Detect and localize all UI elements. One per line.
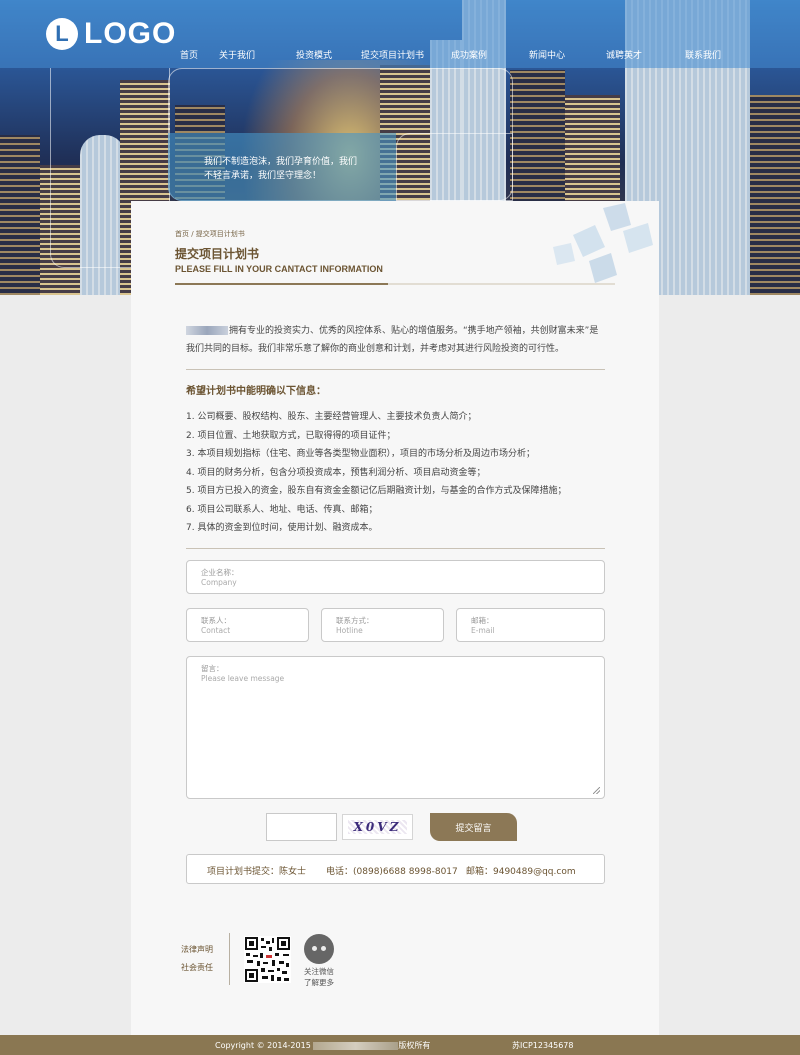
company-placeholder: Company [201, 578, 237, 587]
nav-item-investment-model[interactable]: 投资模式 [296, 48, 332, 61]
banner-slogan: 我们不制造泡沫，我们孕育价值，我们 不轻言承诺，我们坚守理念！ [168, 133, 396, 201]
wechat-icon[interactable] [304, 934, 334, 964]
breadcrumb[interactable]: 首页 / 提交项目计划书 [175, 229, 245, 239]
divider [229, 933, 230, 985]
contact-submitter: 项目计划书提交：陈女士 [207, 867, 307, 877]
resize-handle-icon[interactable] [593, 787, 600, 794]
logo-mark: L [46, 18, 78, 50]
nav-item-careers[interactable]: 诚聘英才 [606, 48, 642, 61]
banner-frame [396, 133, 513, 201]
wechat-caption: 关注微信 了解更多 [304, 966, 334, 988]
intro-paragraph: 拥有专业的投资实力、优秀的风控体系、贴心的增值服务。“携手地产领袖，共创财富未来… [186, 322, 606, 358]
wechat-caption-line: 关注微信 [304, 967, 334, 976]
intro-text: 拥有专业的投资实力、优秀的风控体系、贴心的增值服务。“携手地产领袖，共创财富未来… [186, 326, 599, 354]
message-textarea[interactable]: 留言： Please leave message [186, 656, 605, 799]
email-placeholder: E-mail [471, 626, 495, 635]
page-subtitle: PLEASE FILL IN YOUR CANTACT INFORMATION [175, 264, 383, 274]
list-item: 5. 项目方已投入的资金，股东自有资金金额记亿后期融资计划，与基金的合作方式及保… [186, 486, 567, 496]
captcha-input[interactable] [266, 813, 337, 841]
qr-code-icon [244, 936, 291, 983]
company-label: 企业名称： [201, 568, 239, 577]
list-item: 7. 具体的资金到位时间，使用计划、融资成本。 [186, 523, 378, 533]
wechat-caption-line: 了解更多 [304, 978, 334, 987]
list-item: 2. 项目位置、土地获取方式，已取得得的项目证件； [186, 430, 396, 441]
logo-text: LOGO [84, 17, 177, 50]
contact-email: 邮箱：9490489@qq.com [466, 867, 576, 877]
title-divider [175, 283, 615, 285]
copyright-suffix: 版权所有 [398, 1041, 431, 1050]
site-footer: Copyright © 2014-2015 版权所有 苏ICP12345678 [0, 1035, 800, 1055]
legal-notice-link[interactable]: 法律声明 [181, 944, 213, 955]
list-item: 6. 项目公司联系人、地址、电话、传真、邮箱； [186, 504, 378, 515]
nav-item-about[interactable]: 关于我们 [219, 48, 255, 61]
email-field[interactable]: 邮箱： E-mail [456, 608, 605, 642]
divider [186, 548, 605, 549]
nav-item-home[interactable]: 首页 [180, 48, 198, 61]
decorative-pinwheel-icon [553, 203, 653, 283]
redacted-owner-name [313, 1041, 399, 1050]
slogan-line: 我们不制造泡沫，我们孕育价值，我们 [204, 157, 358, 167]
list-item: 4. 项目的财务分析，包含分项投资成本，预售利润分析、项目启动资金等； [186, 467, 486, 478]
captcha-code: X0VZ [347, 820, 408, 834]
main-nav: 首页 关于我们 投资模式 提交项目计划书 成功案例 新闻中心 诚聘英才 联系我们 [0, 48, 800, 62]
list-item: 1. 公司概要、股权结构、股东、主要经营管理人、主要技术负责人简介； [186, 412, 477, 422]
message-placeholder: Please leave message [201, 674, 285, 683]
email-label: 邮箱： [471, 616, 494, 625]
nav-item-submit-plan[interactable]: 提交项目计划书 [361, 48, 424, 61]
divider [186, 369, 605, 370]
requirements-list: 1. 公司概要、股权结构、股东、主要经营管理人、主要技术负责人简介； 2. 项目… [186, 408, 606, 538]
captcha-image[interactable]: X0VZ [342, 814, 413, 840]
nav-item-cases[interactable]: 成功案例 [451, 48, 487, 61]
list-item: 3. 本项目规划指标（住宅、商业等各类型物业面积），项目的市场分析及周边市场分析… [186, 449, 535, 459]
contact-label: 联系人： [201, 616, 231, 625]
submit-button[interactable]: 提交留言 [430, 813, 517, 841]
skyline-building [750, 95, 800, 295]
skyline-building [0, 135, 40, 295]
slogan-line: 不轻言承诺，我们坚守理念！ [204, 171, 322, 181]
hotline-label: 联系方式： [336, 616, 374, 625]
message-label: 留言： [201, 664, 224, 673]
contact-info-bar: 项目计划书提交：陈女士 电话：(0898)6688 8998-8017 邮箱：9… [186, 854, 605, 884]
nav-item-contact[interactable]: 联系我们 [685, 48, 721, 61]
social-responsibility-link[interactable]: 社会责任 [181, 962, 213, 973]
requirements-heading: 希望计划书中能明确以下信息： [186, 386, 326, 397]
page-title: 提交项目计划书 [175, 247, 260, 261]
copyright: Copyright © 2014-2015 版权所有 [215, 1040, 430, 1051]
contact-person-field[interactable]: 联系人： Contact [186, 608, 309, 642]
hotline-placeholder: Hotline [336, 626, 363, 635]
redacted-company-name [186, 326, 228, 335]
contact-phone: 电话：(0898)6688 8998-8017 [326, 867, 458, 877]
nav-item-news[interactable]: 新闻中心 [529, 48, 565, 61]
contact-placeholder: Contact [201, 626, 231, 635]
hotline-field[interactable]: 联系方式： Hotline [321, 608, 444, 642]
icp-number[interactable]: 苏ICP12345678 [512, 1040, 574, 1051]
site-logo[interactable]: L LOGO [46, 17, 176, 51]
copyright-prefix: Copyright © 2014-2015 [215, 1041, 311, 1050]
company-field[interactable]: 企业名称： Company [186, 560, 605, 594]
